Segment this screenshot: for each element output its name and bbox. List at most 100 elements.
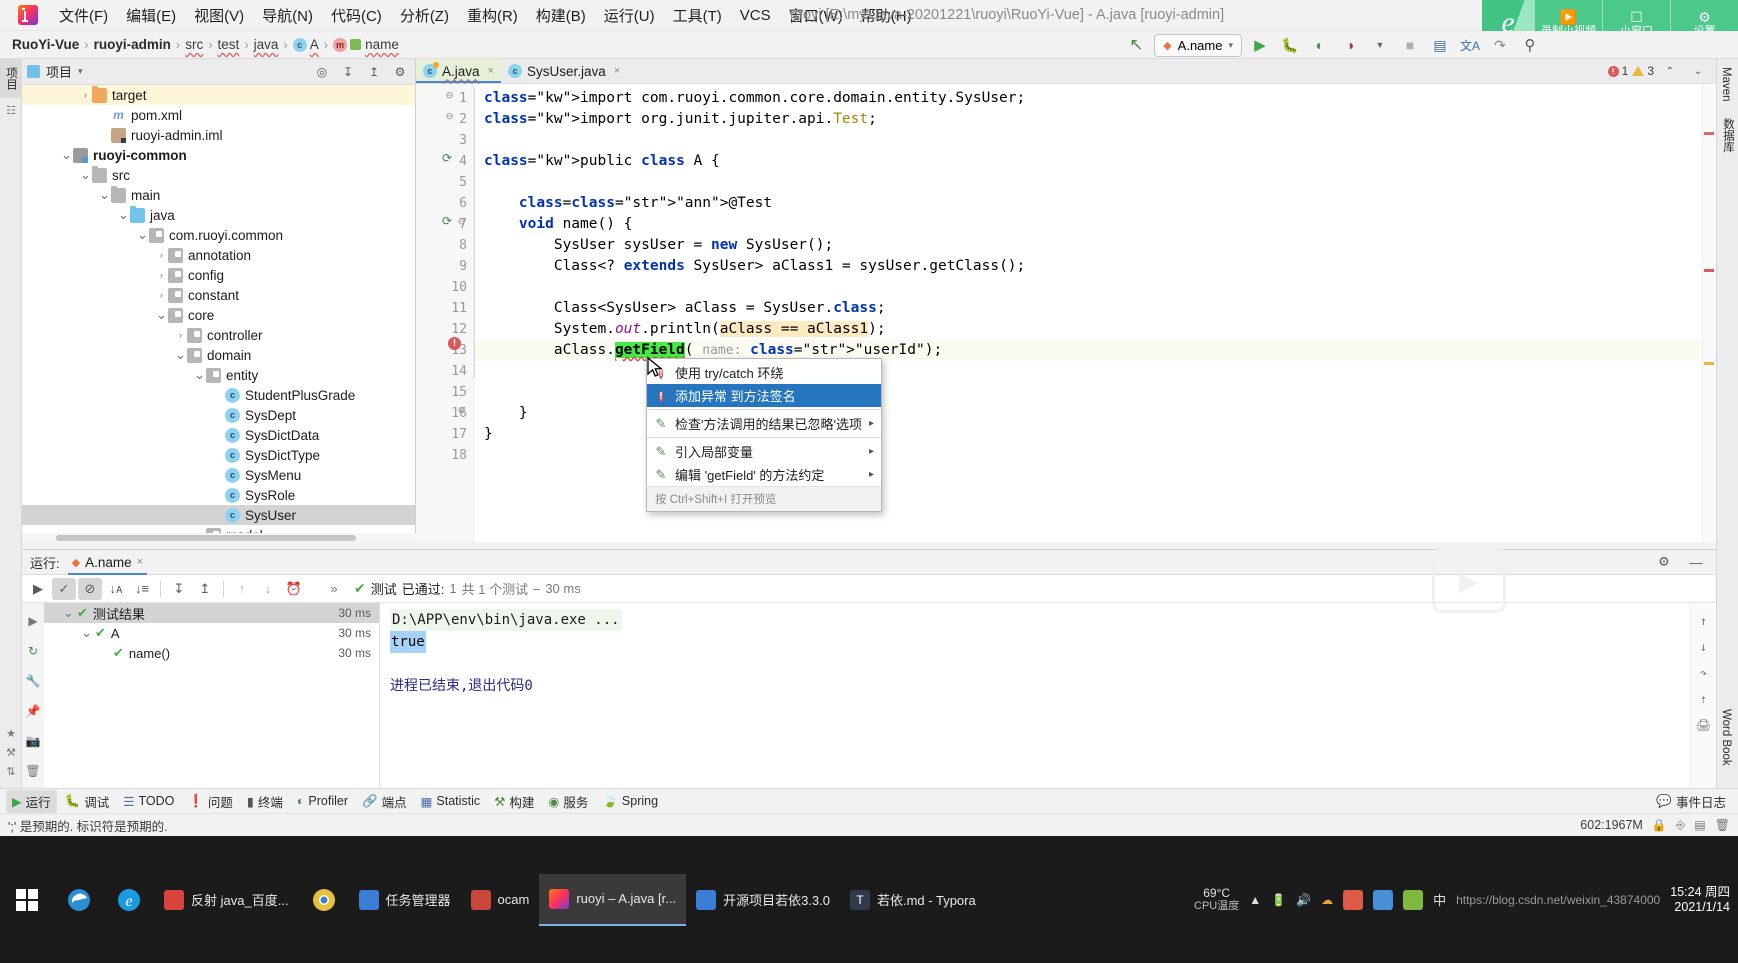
code-line-12[interactable]: System.out.println(aClass == aClass1);: [474, 319, 1716, 340]
context-menu-item-introduce-variable[interactable]: ✎ 引入局部变量 ▸: [647, 440, 881, 463]
tool-tab-project[interactable]: 项目: [0, 59, 22, 98]
fold-icon[interactable]: ⊖: [458, 214, 465, 228]
run-button[interactable]: ▶: [1248, 33, 1272, 57]
code-line-10[interactable]: [474, 277, 1716, 298]
bottom-tab-spring[interactable]: 🍃 Spring: [596, 792, 664, 811]
stripe-mark-warning[interactable]: [1704, 132, 1714, 135]
quick-fix-context-menu[interactable]: ! 使用 try/catch 环绕 ! 添加异常 到方法签名 ✎ 检查'方法调用…: [646, 358, 882, 512]
profile-button[interactable]: ◑: [1338, 33, 1362, 57]
tree-node-domain[interactable]: ⌄ domain: [22, 345, 415, 365]
menu-file[interactable]: 文件(F): [50, 2, 117, 29]
taskbar-app-typora[interactable]: T 若依.md - Typora: [840, 874, 986, 926]
taskbar-app-intellij[interactable]: ruoyi – A.java [r...: [539, 873, 687, 926]
bottom-tab-run[interactable]: ▶ 运行: [6, 789, 57, 813]
export-icon[interactable]: ⇡: [1694, 689, 1714, 709]
search-icon[interactable]: ⚲: [1518, 33, 1542, 57]
code-editor[interactable]: 1 2 3 4 5 6 7 8 9 10 11 12 13 14 15 16 17 18 ⊖ ⊖ ⟳ ⟳ ⊖ ⊖! class…: [416, 84, 1716, 542]
bottom-tab-statistic[interactable]: ▦ Statistic: [415, 792, 487, 811]
project-tree[interactable]: › target m pom.xml ruoyi-admin.iml ⌄ ruoyi-com…: [22, 85, 415, 542]
app-icon-2[interactable]: [1373, 889, 1394, 910]
stripe-mark-error[interactable]: [1704, 269, 1714, 272]
editor-tab-a-java[interactable]: c A.java ×: [416, 59, 501, 83]
code-line-4[interactable]: class="kw">public class A {: [474, 151, 1716, 172]
warning-count[interactable]: 3: [1632, 64, 1654, 78]
chevron-right-icon[interactable]: ›: [155, 250, 168, 260]
bottom-tab-todo[interactable]: ☰ TODO: [117, 792, 180, 811]
tool-tab-maven[interactable]: Maven: [1717, 59, 1735, 110]
gear-icon[interactable]: ⚙: [390, 62, 410, 82]
tree-node-entity[interactable]: ⌄ entity: [22, 365, 415, 385]
taskbar-app-ocam[interactable]: ocam: [461, 874, 540, 926]
chevron-down-icon[interactable]: ▾: [78, 66, 83, 77]
taskbar-app-chrome[interactable]: [299, 874, 349, 926]
tree-node-studentplusgrade[interactable]: c StudentPlusGrade: [22, 385, 415, 405]
tree-node-controller[interactable]: › controller: [22, 325, 415, 345]
run-gutter-icon[interactable]: ⟳: [442, 214, 452, 228]
app-icon-1[interactable]: [1343, 889, 1364, 910]
lock-icon[interactable]: 🔒: [1652, 818, 1667, 832]
cpu-temperature-widget[interactable]: 69°C CPU温度: [1194, 886, 1239, 913]
camera-icon[interactable]: 📷: [23, 731, 43, 751]
structure-icon[interactable]: ☷: [0, 104, 22, 117]
chevron-down-icon[interactable]: ⌄: [80, 625, 93, 641]
sort-alpha-icon[interactable]: ↓ᴀ: [104, 578, 128, 600]
scrollbar-thumb[interactable]: [56, 535, 356, 541]
bottom-tab-debug[interactable]: 🐛 调试: [59, 790, 116, 813]
menu-analyze[interactable]: 分析(Z): [391, 2, 458, 29]
menu-run[interactable]: 运行(U): [595, 2, 664, 29]
windows-start-button[interactable]: [0, 874, 54, 926]
context-menu-item-edit-contract[interactable]: ✎ 编辑 'getField' 的方法约定 ▸: [647, 463, 881, 486]
hide-ignored-icon[interactable]: ⊘: [78, 577, 102, 600]
tree-node-sysdictdata[interactable]: c SysDictData: [22, 425, 415, 445]
test-results-tree[interactable]: ⌄ ✔ 测试结果 30 ms ⌄ ✔ A 30 ms ✔ name() 30 ms: [44, 603, 380, 789]
menu-build[interactable]: 构建(B): [527, 2, 595, 29]
menu-tools[interactable]: 工具(T): [664, 2, 731, 29]
next-problem-icon[interactable]: ⌄: [1686, 59, 1710, 83]
speaker-icon[interactable]: 🔊: [1296, 893, 1311, 907]
debug-button[interactable]: 🐛: [1278, 33, 1302, 57]
tree-node-pom-xml[interactable]: m pom.xml: [22, 105, 415, 125]
update-button[interactable]: ↷: [1488, 33, 1512, 57]
chevron-down-icon[interactable]: ⌄: [174, 347, 187, 363]
close-icon[interactable]: ×: [614, 65, 620, 77]
menu-refactor[interactable]: 重构(R): [458, 2, 527, 29]
chevron-down-icon[interactable]: ⌄: [136, 227, 149, 243]
context-menu-item-inspection-option[interactable]: ✎ 检查'方法调用的结果已忽略'选项 ▸: [647, 412, 881, 435]
code-line-11[interactable]: Class<SysUser> aClass = SysUser.class;: [474, 298, 1716, 319]
tree-node-main[interactable]: ⌄ main: [22, 185, 415, 205]
fold-icon[interactable]: ⊖: [446, 88, 453, 102]
trash-icon[interactable]: 🗑: [1715, 818, 1730, 832]
breadcrumb-item-test[interactable]: test: [218, 37, 240, 52]
chevron-right-icon[interactable]: ›: [155, 270, 168, 280]
chevron-right-icon[interactable]: ›: [174, 330, 187, 340]
code-line-6[interactable]: class=class="str">"ann">@Test: [474, 193, 1716, 214]
chevron-down-icon[interactable]: ⌄: [193, 367, 206, 383]
collapse-all-icon[interactable]: ↥: [364, 62, 384, 82]
code-line-7[interactable]: void name() {: [474, 214, 1716, 235]
tree-node-annotation[interactable]: › annotation: [22, 245, 415, 265]
chevron-down-icon[interactable]: ⌄: [117, 207, 130, 223]
tree-node-java[interactable]: ⌄ java: [22, 205, 415, 225]
down-arrow-icon[interactable]: ↓: [1694, 637, 1714, 657]
code-line-9[interactable]: Class<? extends SysUser> aClass1 = sysUs…: [474, 256, 1716, 277]
bottom-tab-services[interactable]: ◉ 服务: [542, 790, 594, 813]
taskbar-ie-browser[interactable]: e: [104, 874, 154, 926]
chevron-down-icon[interactable]: ▼: [1368, 33, 1392, 57]
context-menu-item-add-exception[interactable]: ! 添加异常 到方法签名: [647, 384, 881, 407]
code-line-8[interactable]: SysUser sysUser = new SysUser();: [474, 235, 1716, 256]
up-arrow-icon[interactable]: ↑: [1694, 611, 1714, 631]
tree-node-sysuser[interactable]: c SysUser: [22, 505, 415, 525]
prev-problem-icon[interactable]: ⌃: [1658, 59, 1682, 83]
taskbar-app-ruoyi-doc[interactable]: 开源项目若依3.3.0: [686, 874, 840, 926]
tree-node-ruoyi-admin-iml[interactable]: ruoyi-admin.iml: [22, 125, 415, 145]
layout-icon[interactable]: ▤: [1694, 818, 1705, 832]
collapse-all-icon[interactable]: ↥: [193, 578, 217, 600]
breadcrumb-item-class[interactable]: A: [310, 37, 319, 52]
breadcrumb-item-src[interactable]: src: [185, 37, 203, 52]
build-icon[interactable]: ⚒: [0, 746, 22, 759]
code-line-1[interactable]: class="kw">import com.ruoyi.common.core.…: [474, 88, 1716, 109]
show-passed-icon[interactable]: ✓: [52, 577, 76, 600]
bottom-tab-event-log[interactable]: 💬 事件日志: [1650, 790, 1732, 813]
favorites-star-icon[interactable]: ★: [0, 727, 22, 740]
next-failed-icon[interactable]: ↓: [256, 578, 280, 600]
